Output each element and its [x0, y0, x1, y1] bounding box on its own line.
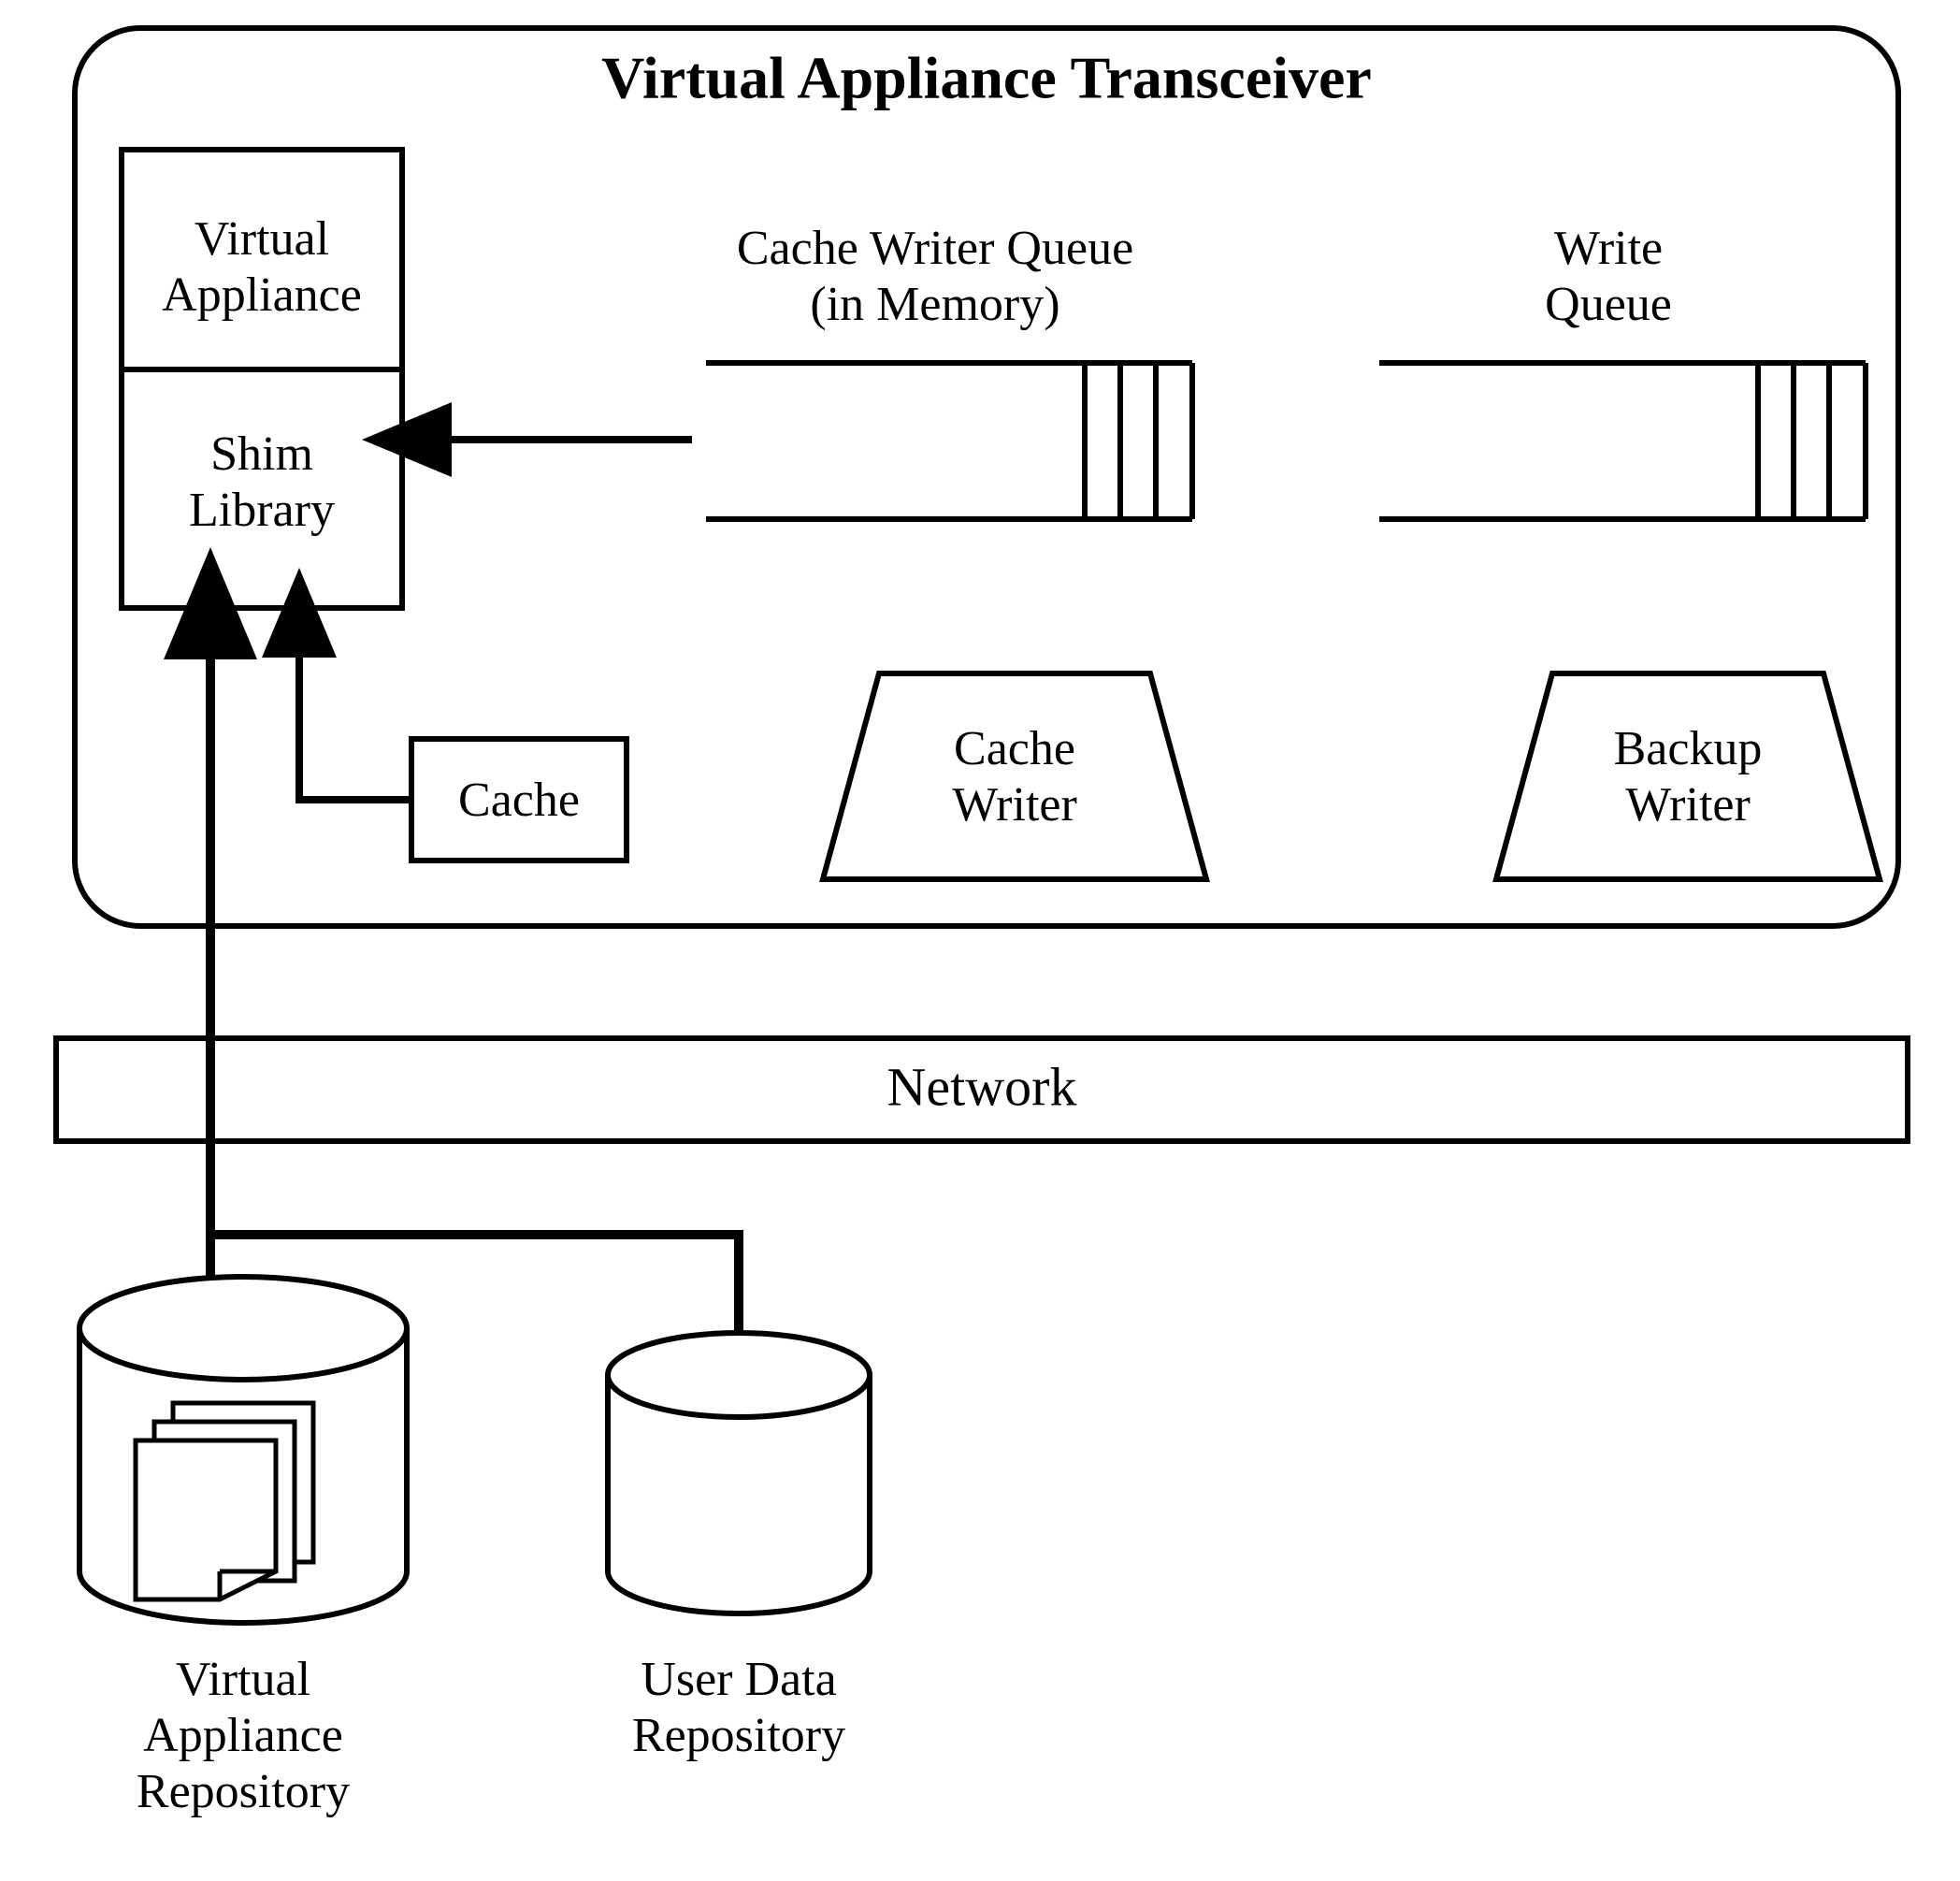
shim-library-label-2: Library	[189, 484, 335, 537]
cache-writer-queue-label-2: (in Memory)	[810, 278, 1059, 331]
backup-writer-trapezoid: Backup Writer	[1496, 673, 1880, 879]
diagram-canvas: Virtual Appliance Transceiver Virtual Ap…	[0, 0, 1960, 1881]
network-label: Network	[887, 1056, 1077, 1117]
va-repository-cylinder	[79, 1277, 407, 1623]
shim-library-label-1: Shim	[210, 427, 313, 481]
arrow-cache-to-shim	[299, 650, 411, 800]
title: Virtual Appliance Transceiver	[601, 45, 1372, 111]
va-repo-label-2: Appliance	[143, 1709, 343, 1762]
user-repo-label-1: User Data	[641, 1653, 836, 1706]
cache-writer-queue	[706, 363, 1192, 519]
cache-writer-trapezoid: Cache Writer	[823, 673, 1206, 879]
cache-writer-label-1: Cache	[954, 722, 1075, 775]
user-data-repository-cylinder	[608, 1333, 870, 1613]
va-shim-box: Virtual Appliance Shim Library	[122, 150, 402, 608]
cache-label: Cache	[458, 774, 580, 827]
virtual-appliance-label-2: Appliance	[162, 268, 362, 322]
write-queue-label-1: Write	[1554, 222, 1663, 275]
user-repo-label-2: Repository	[632, 1709, 845, 1762]
va-repo-label-1: Virtual	[176, 1653, 310, 1706]
va-repo-label-3: Repository	[137, 1765, 350, 1818]
backup-writer-label-1: Backup	[1614, 722, 1763, 775]
write-queue-label-2: Queue	[1545, 278, 1672, 331]
virtual-appliance-label-1: Virtual	[195, 212, 329, 266]
write-queue	[1379, 363, 1866, 519]
backup-writer-label-2: Writer	[1625, 778, 1751, 832]
cache-writer-label-2: Writer	[952, 778, 1077, 832]
cache-writer-queue-label-1: Cache Writer Queue	[737, 222, 1133, 275]
